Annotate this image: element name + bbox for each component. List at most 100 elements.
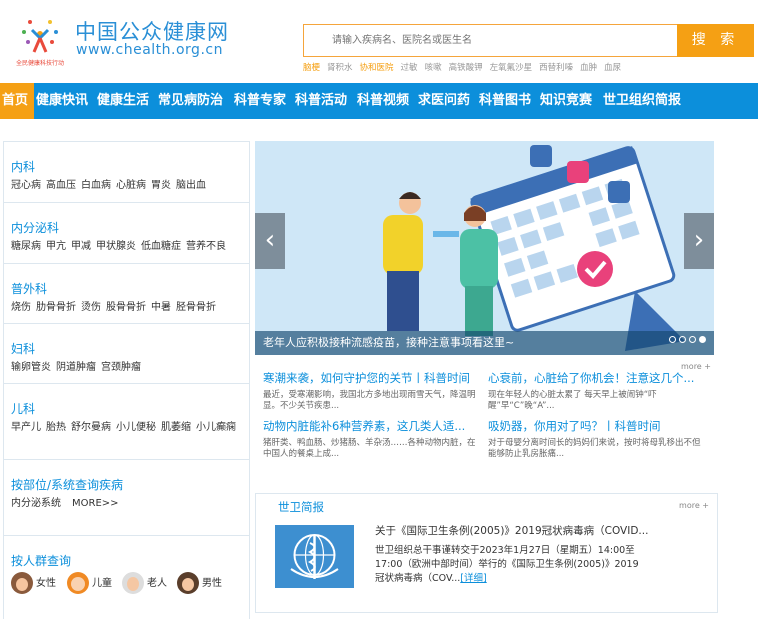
hot-word[interactable]: 西替利嗪 [539, 63, 573, 73]
hot-word[interactable]: 过敏 [401, 63, 418, 73]
news-desc: 猪肝类、鸭血肠、炒猪肠、羊杂汤……各种动物内脏，在中国人的餐桌上成... [263, 438, 476, 459]
who-article-title[interactable]: 关于《国际卫生条例(2005)》2019冠状病毒病（COVID... [375, 523, 648, 538]
hot-word[interactable]: 咳嗽 [425, 63, 442, 73]
disease-link[interactable]: 甲状腺炎 [96, 241, 136, 252]
category-title[interactable]: 儿科 [11, 400, 35, 417]
disease-link[interactable]: 输卵管炎 [11, 362, 51, 373]
site-logo[interactable]: 全民健康科技行动 [12, 10, 68, 72]
hot-word[interactable]: 脑梗 [303, 63, 320, 73]
nav-disease-prevention[interactable]: 常见病防治 [158, 83, 223, 119]
nav-activities[interactable]: 科普活动 [295, 83, 347, 119]
by-people-title: 按人群查询 [11, 554, 72, 568]
banner-dot[interactable] [669, 336, 676, 343]
banner-dot[interactable] [679, 336, 686, 343]
disease-link[interactable]: 小儿癫痫 [196, 422, 236, 433]
disease-link[interactable]: 甲减 [71, 241, 91, 252]
disease-link[interactable]: 舒尔曼病 [71, 422, 111, 433]
disease-link[interactable]: 营养不良 [186, 241, 226, 252]
nav-videos[interactable]: 科普视频 [357, 83, 409, 119]
category-title[interactable]: 按部位/系统查询疾病 [11, 476, 123, 493]
hot-word[interactable]: 血肿 [580, 63, 597, 73]
who-article-desc: 世卫组织总干事谨转交于2023年1月27日（星期五）14:00至17:00（欧洲… [375, 545, 639, 584]
nav-experts[interactable]: 科普专家 [234, 83, 286, 119]
banner-dot[interactable] [689, 336, 696, 343]
disease-link[interactable]: 低血糖症 [141, 241, 181, 252]
people-child[interactable]: 儿童 [67, 572, 112, 594]
svg-text:全民健康科技行动: 全民健康科技行动 [16, 59, 64, 67]
search-button[interactable]: 搜 索 [677, 24, 754, 57]
category-title[interactable]: 内科 [11, 158, 35, 175]
hot-word[interactable]: 协和医院 [360, 63, 394, 73]
who-more-link[interactable]: more + [679, 501, 709, 510]
who-briefing-panel: 世卫简报 more + 关于《国际卫生条例(2005)》2019冠状病毒病（CO… [255, 493, 718, 613]
category-pediatrics: 儿科 早产儿 胎热 舒尔曼病 小儿便秘 肌萎缩 小儿癫痫 [4, 384, 249, 460]
category-internal: 内科 冠心病 高血压 白血病 心脏病 胃炎 脑出血 [4, 142, 249, 203]
news-desc: 对于母婴分离时间长的妈妈们来说，按时将母乳移出不但能够防止乳房胀痛... [488, 438, 701, 459]
hot-word[interactable]: 肾积水 [327, 63, 353, 73]
elderly-avatar-icon [122, 572, 144, 594]
banner-prev-arrow[interactable]: ‹ [255, 213, 285, 269]
news-item: 动物内脏能补6种营养素，这几类人适... 猪肝类、鸭血肠、炒猪肠、羊杂汤……各种… [263, 418, 483, 460]
news-title[interactable]: 心衰前，心脏给了你机会！注意这几个... [488, 370, 708, 386]
disease-link[interactable]: 小儿便秘 [116, 422, 156, 433]
news-item: 吸奶器，你用对了吗？丨科普时间 对于母婴分离时间长的妈妈们来说，按时将母乳移出不… [488, 418, 708, 460]
disease-link[interactable]: 胫骨骨折 [176, 302, 216, 313]
people-male[interactable]: 男性 [177, 572, 222, 594]
disease-link[interactable]: 阴道肿瘤 [56, 362, 96, 373]
child-avatar-icon [67, 572, 89, 594]
disease-link[interactable]: 白血病 [81, 180, 111, 191]
category-title[interactable]: 妇科 [11, 340, 35, 357]
news-title[interactable]: 动物内脏能补6种营养素，这几类人适... [263, 418, 483, 434]
banner-dot-active[interactable] [699, 336, 706, 343]
disease-link[interactable]: 脑出血 [176, 180, 206, 191]
category-by-part: 按部位/系统查询疾病 内分泌系统 MORE>> [4, 460, 249, 536]
disease-link[interactable]: 早产儿 [11, 422, 41, 433]
disease-link[interactable]: 宫颈肿瘤 [101, 362, 141, 373]
disease-link[interactable]: 烧伤 [11, 302, 31, 313]
banner-carousel[interactable]: ‹ › 老年人应积极接种流感疫苗，接种注意事项看这里~ [255, 141, 714, 355]
disease-link[interactable]: 高血压 [46, 180, 76, 191]
nav-books[interactable]: 科普图书 [479, 83, 531, 119]
who-detail-link[interactable]: [详细] [460, 573, 486, 584]
nav-quiz[interactable]: 知识竞赛 [540, 83, 592, 119]
disease-link[interactable]: 股骨骨折 [106, 302, 146, 313]
female-avatar-icon [11, 572, 33, 594]
banner-caption[interactable]: 老年人应积极接种流感疫苗，接种注意事项看这里~ [255, 331, 714, 355]
banner-next-arrow[interactable]: › [684, 213, 714, 269]
hot-word[interactable]: 血尿 [604, 63, 621, 73]
who-briefing-label[interactable]: 世卫简报 [278, 499, 324, 515]
site-url: www.chealth.org.cn [76, 42, 223, 58]
disease-link[interactable]: 冠心病 [11, 180, 41, 191]
who-emblem-icon[interactable] [275, 525, 354, 588]
disease-link[interactable]: 糖尿病 [11, 241, 41, 252]
hot-word[interactable]: 高铁酸钾 [449, 63, 483, 73]
hot-word[interactable]: 左氧氟沙星 [490, 63, 533, 73]
disease-link[interactable]: 烫伤 [81, 302, 101, 313]
nav-ask-doctor[interactable]: 求医问药 [418, 83, 470, 119]
banner-illustration [255, 141, 714, 355]
header: 全民健康科技行动 中国公众健康网 www.chealth.org.cn 搜 索 … [0, 0, 758, 82]
nav-who-briefing[interactable]: 世卫组织简报 [603, 83, 681, 119]
category-title[interactable]: 内分泌科 [11, 219, 59, 236]
main-nav: 首页 健康快讯 健康生活 常见病防治 科普专家 科普活动 科普视频 求医问药 科… [0, 83, 758, 119]
news-title[interactable]: 寒潮来袭，如何守护您的关节丨科普时间 [263, 370, 483, 386]
hot-words: 脑梗 肾积水 协和医院 过敏 咳嗽 高铁酸钾 左氧氟沙星 西替利嗪 血肿 血尿 [303, 61, 628, 73]
sidebar: 内科 冠心病 高血压 白血病 心脏病 胃炎 脑出血 内分泌科 糖尿病 甲亢 甲减 甲状腺炎 低血糖… [3, 141, 250, 619]
nav-health-life[interactable]: 健康生活 [97, 83, 149, 119]
people-elderly[interactable]: 老人 [122, 572, 167, 594]
disease-link[interactable]: 肋骨骨折 [36, 302, 76, 313]
nav-health-news[interactable]: 健康快讯 [36, 83, 88, 119]
nav-home[interactable]: 首页 [0, 83, 34, 119]
news-title[interactable]: 吸奶器，你用对了吗？丨科普时间 [488, 418, 708, 434]
disease-link[interactable]: 中暑 [151, 302, 171, 313]
disease-link[interactable]: 肌萎缩 [161, 422, 191, 433]
search-input[interactable] [303, 24, 677, 57]
system-link[interactable]: 内分泌系统 [11, 498, 61, 509]
more-link[interactable]: MORE>> [72, 498, 119, 509]
disease-link[interactable]: 胎热 [46, 422, 66, 433]
disease-link[interactable]: 甲亢 [46, 241, 66, 252]
disease-link[interactable]: 胃炎 [151, 180, 171, 191]
disease-link[interactable]: 心脏病 [116, 180, 146, 191]
people-female[interactable]: 女性 [11, 572, 56, 594]
category-title[interactable]: 普外科 [11, 280, 47, 297]
